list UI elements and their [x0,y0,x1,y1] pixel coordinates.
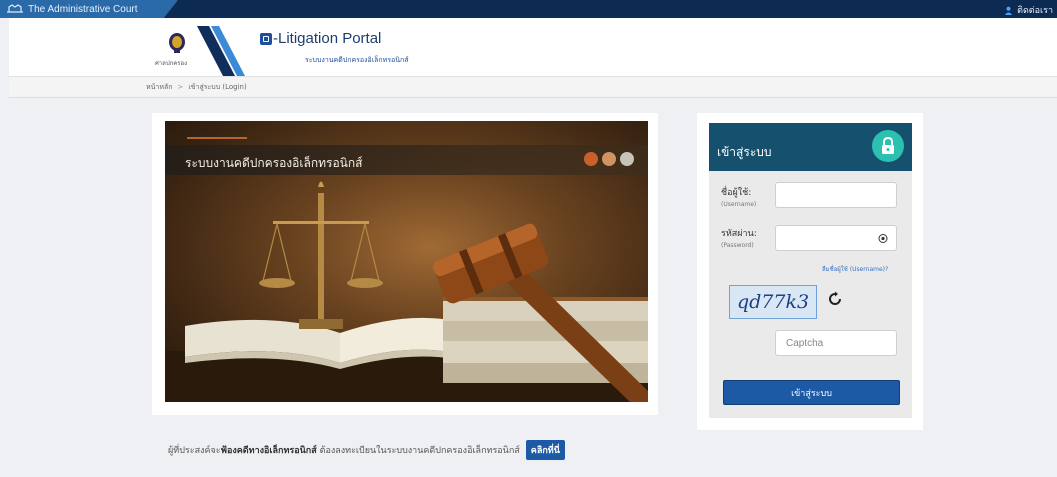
register-click-button[interactable]: คลิกที่นี่ [525,440,565,460]
password-label: รหัสผ่าน: (Password) [721,229,757,249]
seal-label: ศาลปกครอง [155,60,188,67]
top-bar: The Administrative Court ติดต่อเรา [0,0,1057,18]
username-label: ชื่อผู้ใช้: (Username) [721,188,757,208]
portal-title: -Litigation Portal [273,30,382,47]
portal-subtitle: ระบบงานคดีปกครองอิเล็กทรอนิกส์ [305,56,409,64]
login-title: เข้าสู่ระบบ [717,145,772,159]
lock-icon [872,130,904,162]
login-submit-button[interactable]: เข้าสู่ระบบ [723,380,900,405]
header-stripes-icon [197,26,245,76]
captcha-input[interactable]: Captcha [775,330,897,356]
username-hint: (Username) [721,201,757,208]
site-header: ศาลปกครอง -Litigation Portal ระบบงานคดีป… [9,18,1057,76]
hero-dot [602,152,616,166]
hero-dots [584,152,634,166]
court-logo-icon [7,4,23,13]
contact-label: ติดต่อเรา [1017,5,1053,15]
hero-accent-line [187,137,247,139]
hero-title: ระบบงานคดีปกครองอิเล็กทรอนิกส์ [185,156,363,170]
notice-bold: ฟ้องคดีทางอิเล็กทรอนิกส์ [220,446,317,456]
portal-logo-icon [260,33,272,45]
captcha-image: qd77k3 [729,285,817,319]
notice-prefix: ผู้ที่ประสงค์จะฟ้องคดีทางอิเล็กทรอนิกส์ … [168,446,520,456]
brand-text: The Administrative Court [28,3,138,15]
court-brand[interactable]: The Administrative Court [0,0,178,18]
breadcrumb-home[interactable]: หน้าหลัก [146,82,172,93]
registration-notice: ผู้ที่ประสงค์จะฟ้องคดีทางอิเล็กทรอนิกส์ … [168,440,565,460]
hero-dot [620,152,634,166]
captcha-placeholder: Captcha [786,337,824,349]
court-seal-icon [169,33,185,53]
hero-dot [584,152,598,166]
login-header: เข้าสู่ระบบ [709,123,912,171]
password-field[interactable] [775,225,897,251]
password-hint: (Password) [721,242,754,249]
forgot-username-link[interactable]: ลืมชื่อผู้ใช้ (Username)? [822,264,888,274]
user-icon [1004,6,1013,15]
eye-icon[interactable] [878,234,888,243]
contact-link[interactable]: ติดต่อเรา [1004,3,1053,17]
refresh-icon[interactable] [827,291,843,307]
breadcrumb: หน้าหลัก > เข้าสู่ระบบ (Login) [9,76,1057,98]
hero-banner: ระบบงานคดีปกครองอิเล็กทรอนิกส์ [165,121,648,402]
breadcrumb-separator: > [177,83,184,91]
username-field[interactable] [775,182,897,208]
breadcrumb-current: เข้าสู่ระบบ (Login) [188,82,247,91]
